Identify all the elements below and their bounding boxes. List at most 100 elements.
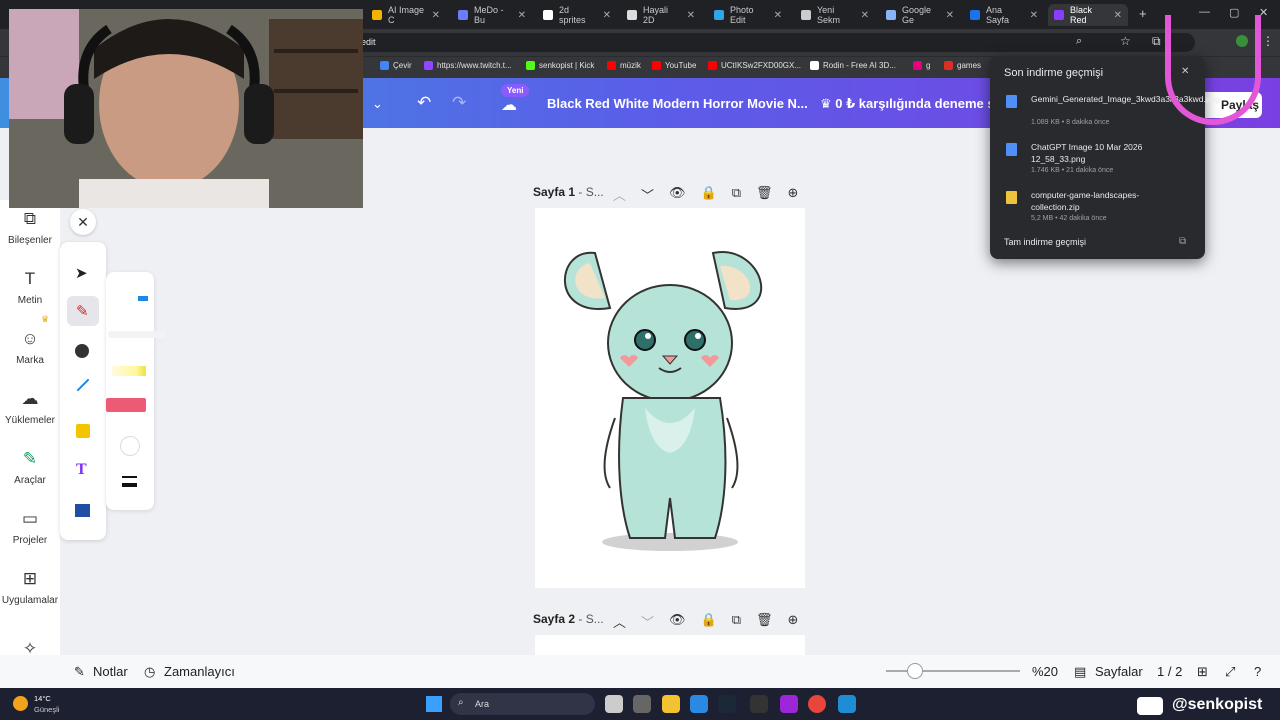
page-up-icon[interactable]: ︿ <box>613 185 626 204</box>
redo-icon[interactable]: ↷ <box>452 93 466 113</box>
trash-icon[interactable]: 🗑 <box>756 185 773 204</box>
design-page-2[interactable] <box>535 635 805 655</box>
zoom-slider-handle[interactable] <box>907 663 923 679</box>
grid-view-icon[interactable]: ⊞ <box>1197 664 1208 680</box>
fullscreen-icon[interactable]: ⤢ <box>1225 664 1235 680</box>
lock-icon[interactable]: 🔒 <box>701 185 717 204</box>
weather-temp[interactable]: 14°C <box>34 694 51 703</box>
sidebar-item-folder[interactable]: ▭ Projeler <box>0 509 60 546</box>
bookmark-item[interactable]: Rodin - Free AI 3D... <box>810 61 896 70</box>
browser-tab[interactable]: 2d sprites ✕ <box>537 4 617 26</box>
timer-icon[interactable]: ◷ <box>144 664 155 680</box>
bookmark-item[interactable]: senkopist | Kick <box>526 61 594 70</box>
sticky-note-icon[interactable] <box>76 424 90 438</box>
bookmark-item[interactable]: YouTube <box>652 61 696 70</box>
notes-icon[interactable]: ✎ <box>74 664 85 680</box>
download-item[interactable]: ChatGPT Image 10 Mar 2026 12_58_33.png 1.… <box>1006 141 1196 181</box>
add-page-icon[interactable]: ⊕ <box>788 185 799 204</box>
page-down-icon[interactable]: ﹀ <box>641 612 654 631</box>
download-item[interactable]: computer-game-landscapes-collection.zip 5… <box>1006 189 1196 229</box>
close-tab-icon[interactable]: ✕ <box>432 10 440 21</box>
page-down-icon[interactable]: ﹀ <box>641 185 654 204</box>
browser-tab[interactable]: Hayali 2D ✕ <box>621 4 701 26</box>
close-tab-icon[interactable]: ✕ <box>518 10 526 21</box>
highlighter-yellow-option[interactable] <box>112 366 146 376</box>
browser-tab[interactable]: Photo Edit ✕ <box>708 4 788 26</box>
browser-tab[interactable]: Ana Sayfa ✕ <box>964 4 1044 26</box>
sidebar-item-elements[interactable]: ⧉ Bileşenler <box>0 209 60 246</box>
download-item[interactable]: Gemini_Generated_Image_3kwd3a3k3a3kwd.pn… <box>1006 93 1220 133</box>
sidebar-item-apps[interactable]: ⊞ Uygulamalar <box>0 569 60 606</box>
trial-button[interactable]: ♛ 0 ₺ karşılığında deneme sür <box>820 96 1008 112</box>
bookmark-item[interactable]: UCtIKSw2FXD00GX... <box>708 61 801 70</box>
color-picker-circle[interactable] <box>120 436 140 456</box>
hide-page-icon[interactable]: 👁 <box>669 612 686 631</box>
full-history-link[interactable]: Tam indirme geçmişi <box>1004 237 1086 247</box>
shapes-icon[interactable] <box>75 344 89 358</box>
open-external-icon[interactable]: ⧉ <box>1179 236 1186 247</box>
add-page-icon[interactable]: ⊕ <box>788 612 799 631</box>
epic-games-icon[interactable] <box>750 695 768 713</box>
design-title[interactable]: Black Red White Modern Horror Movie N... <box>547 96 808 111</box>
pages-button[interactable]: Sayfalar <box>1095 664 1143 679</box>
taskbar-search-box[interactable] <box>450 693 595 715</box>
marker-pink-option[interactable] <box>106 398 146 412</box>
page-1-suffix[interactable]: - S... <box>575 185 603 199</box>
bookmark-star-icon[interactable]: ☆ <box>1120 34 1131 48</box>
table-icon[interactable] <box>75 504 90 517</box>
duplicate-icon[interactable]: ⧉ <box>732 612 741 631</box>
browser-tab[interactable]: Google Ge ✕ <box>880 4 960 26</box>
close-tab-icon[interactable]: ✕ <box>774 10 782 21</box>
cloud-save-icon[interactable]: ☁ <box>501 95 517 115</box>
start-button-icon[interactable] <box>426 696 442 712</box>
page-2-suffix[interactable]: - S... <box>575 612 603 626</box>
extensions-icon[interactable]: ⧉ <box>1152 34 1161 49</box>
file-explorer-icon[interactable] <box>662 695 680 713</box>
close-tab-icon[interactable]: ✕ <box>861 10 869 21</box>
browser-tab[interactable]: MeDo - Bu ✕ <box>452 4 532 26</box>
close-tools-button[interactable]: ✕ <box>70 209 96 235</box>
more-menu-icon[interactable]: ⋮ <box>1262 34 1274 48</box>
stroke-weight-icon[interactable] <box>122 476 137 487</box>
help-icon[interactable]: ? <box>1254 664 1261 679</box>
pen-icon[interactable]: ✎ <box>76 302 89 320</box>
lock-icon[interactable]: 🔒 <box>701 612 717 631</box>
photos-icon[interactable] <box>838 695 856 713</box>
close-tab-icon[interactable]: ✕ <box>1030 10 1038 21</box>
url-input[interactable]: edit <box>355 33 1195 52</box>
trash-icon[interactable]: 🗑 <box>756 612 773 631</box>
close-tab-icon[interactable]: ✕ <box>687 10 695 21</box>
chrome-icon[interactable] <box>808 695 826 713</box>
page-up-icon[interactable]: ︿ <box>613 612 626 631</box>
browser-tab[interactable]: Black Red ✕ <box>1048 4 1128 26</box>
duplicate-icon[interactable]: ⧉ <box>732 185 741 204</box>
browser-tab[interactable]: Yeni Sekm ✕ <box>795 4 875 26</box>
sidebar-item-upload[interactable]: ☁ Yüklemeler <box>0 389 60 426</box>
sidebar-item-brand[interactable]: ☺ Marka <box>0 329 60 366</box>
store-icon[interactable] <box>690 695 708 713</box>
bookmark-item[interactable]: müzik <box>607 61 641 70</box>
bookmark-item[interactable]: https://www.twitch.t... <box>424 61 512 70</box>
task-view-icon[interactable] <box>605 695 623 713</box>
weather-sun-icon[interactable] <box>13 696 28 711</box>
close-tab-icon[interactable]: ✕ <box>603 10 611 21</box>
undo-icon[interactable]: ↶ <box>417 93 431 113</box>
close-tab-icon[interactable]: ✕ <box>946 10 954 21</box>
taskbar-search-label[interactable]: Ara <box>475 699 489 709</box>
close-tab-icon[interactable]: ✕ <box>1114 10 1122 21</box>
new-tab-button[interactable]: + <box>1139 6 1147 21</box>
design-page-1[interactable] <box>535 208 805 588</box>
sidebar-item-text[interactable]: T Metin <box>0 269 60 306</box>
hide-page-icon[interactable]: 👁 <box>669 185 686 204</box>
weather-desc[interactable]: Güneşli <box>34 705 59 714</box>
bookmark-item[interactable]: games <box>944 61 981 70</box>
timer-button[interactable]: Zamanlayıcı <box>164 664 235 679</box>
notes-button[interactable]: Notlar <box>93 664 128 679</box>
zoom-icon[interactable]: ⌕ <box>1076 35 1082 48</box>
pages-icon[interactable]: ▤ <box>1074 664 1086 680</box>
chevron-down-icon[interactable]: ⌄ <box>372 96 383 112</box>
taskbar-app-icon[interactable] <box>633 695 651 713</box>
marker-white-option[interactable] <box>108 331 166 338</box>
pen-blue-option[interactable] <box>114 296 148 301</box>
steam-icon[interactable] <box>718 695 736 713</box>
